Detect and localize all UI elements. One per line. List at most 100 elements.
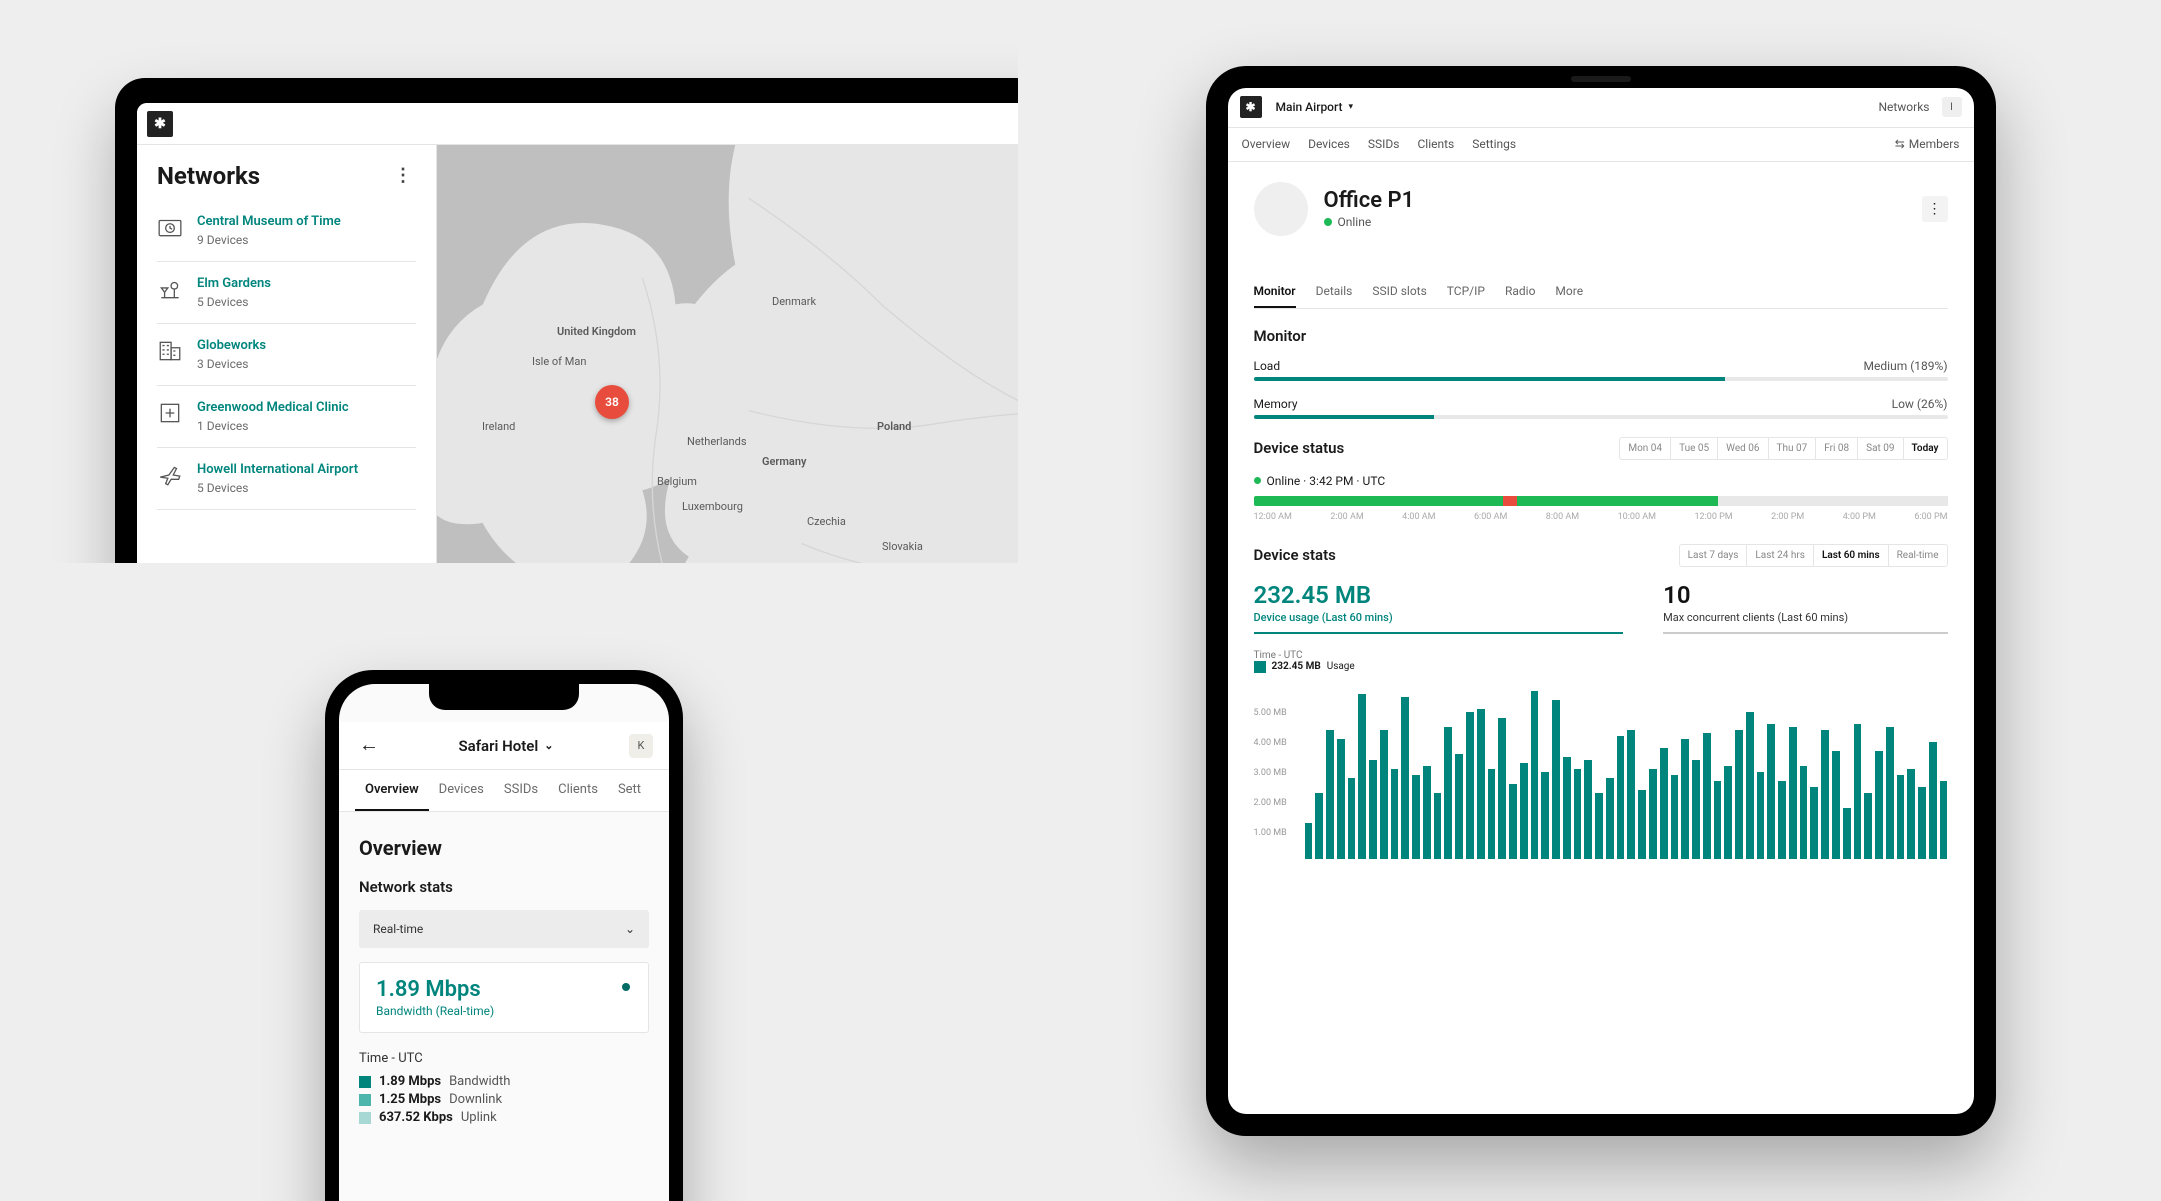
ipad-topbar: ✱ Main Airport ▾ Networks I: [1228, 88, 1974, 128]
more-menu-icon[interactable]: ⋮: [390, 161, 416, 190]
subtab-radio[interactable]: Radio: [1505, 276, 1535, 308]
map-label: Germany: [762, 455, 806, 468]
uptime-timeline[interactable]: [1254, 496, 1948, 506]
network-selector[interactable]: Safari Hotel ⌄: [383, 737, 629, 755]
usage-stat[interactable]: 232.45 MB Device usage (Last 60 mins): [1254, 581, 1624, 634]
bandwidth-card[interactable]: 1.89 Mbps Bandwidth (Real-time): [359, 962, 649, 1033]
day-chip[interactable]: Wed 06: [1717, 438, 1767, 459]
chart-bar: [1520, 763, 1528, 859]
app-logo-icon[interactable]: ✱: [147, 111, 173, 137]
status-dot-icon: [1254, 477, 1261, 484]
chart-bar: [1692, 760, 1700, 859]
chart-bar: [1584, 760, 1592, 859]
range-chip[interactable]: Last 24 hrs: [1746, 545, 1813, 566]
subtab-more[interactable]: More: [1555, 276, 1583, 308]
chart-bar: [1757, 772, 1765, 859]
ipad-nav: Overview Devices SSIDs Clients Settings ⇆ Me…: [1228, 128, 1974, 162]
chart-bar: [1434, 793, 1442, 859]
subtab-monitor[interactable]: Monitor: [1254, 276, 1296, 308]
day-chip[interactable]: Mon 04: [1620, 438, 1670, 459]
range-chip[interactable]: Last 7 days: [1680, 545, 1747, 566]
members-button[interactable]: ⇆ Members: [1895, 137, 1960, 151]
tab-overview[interactable]: Overview: [355, 770, 429, 811]
day-chip[interactable]: Fri 08: [1815, 438, 1857, 459]
day-chip[interactable]: Today: [1903, 438, 1947, 459]
map-label: Czechia: [807, 515, 846, 528]
chart-bar: [1531, 691, 1539, 859]
chart-bar: [1305, 823, 1313, 859]
chart-ytick: 1.00 MB: [1254, 828, 1287, 838]
device-status-heading: Device status: [1254, 439, 1345, 457]
nav-clients[interactable]: Clients: [1417, 137, 1454, 151]
network-list-item[interactable]: Elm Gardens 5 Devices: [157, 262, 416, 324]
device-more-menu[interactable]: ⋮: [1922, 196, 1948, 222]
load-value: Medium (189%): [1864, 359, 1948, 373]
day-chip[interactable]: Sat 09: [1857, 438, 1902, 459]
tab-sett[interactable]: Sett: [608, 770, 651, 811]
chart-bar: [1810, 787, 1818, 859]
chart-bar: [1488, 769, 1496, 859]
nav-overview[interactable]: Overview: [1242, 137, 1291, 151]
chart-ytick: 5.00 MB: [1254, 708, 1287, 718]
load-meter: [1254, 377, 1948, 381]
overview-heading: Overview: [359, 836, 649, 860]
networks-map[interactable]: 38 United Kingdom Isle of Man Ireland De…: [437, 145, 1018, 563]
network-device-count: 3 Devices: [197, 357, 416, 371]
map-label: Belgium: [657, 475, 697, 488]
subtab-tcp-ip[interactable]: TCP/IP: [1447, 276, 1485, 308]
network-device-count: 5 Devices: [197, 295, 416, 309]
nav-settings[interactable]: Settings: [1472, 137, 1516, 151]
clients-stat[interactable]: 10 Max concurrent clients (Last 60 mins): [1663, 581, 1947, 634]
day-range-chips: Mon 04Tue 05Wed 06Thu 07Fri 08Sat 09Toda…: [1619, 437, 1947, 460]
chart-bar: [1918, 787, 1926, 859]
chart-bar: [1778, 781, 1786, 859]
chart-bar: [1401, 697, 1409, 859]
app-logo-icon[interactable]: ✱: [1240, 96, 1262, 118]
chart-bar: [1843, 808, 1851, 859]
stats-range-select[interactable]: Real-time ⌄: [359, 910, 649, 948]
nav-ssids[interactable]: SSIDs: [1368, 137, 1400, 151]
time-label: Time - UTC: [359, 1051, 649, 1066]
day-chip[interactable]: Thu 07: [1768, 438, 1816, 459]
chart-bar: [1541, 772, 1549, 859]
network-list-item[interactable]: Central Museum of Time 9 Devices: [157, 200, 416, 262]
network-name: Greenwood Medical Clinic: [197, 400, 416, 415]
panel-phone: ← Safari Hotel ⌄ K OverviewDevicesSSIDsC…: [0, 585, 1018, 1201]
chart-bar: [1671, 775, 1679, 859]
panel-networks: ✱ Net Networks ⋮ Central Museum of Time …: [0, 0, 1018, 563]
network-device-count: 1 Devices: [197, 419, 416, 433]
memory-value: Low (26%): [1892, 397, 1948, 411]
subtab-details[interactable]: Details: [1316, 276, 1353, 308]
back-button[interactable]: ←: [355, 730, 383, 761]
network-list-item[interactable]: Globeworks 3 Devices: [157, 324, 416, 386]
network-list-item[interactable]: Greenwood Medical Clinic 1 Devices: [157, 386, 416, 448]
range-chip[interactable]: Last 60 mins: [1813, 545, 1888, 566]
chart-bar: [1767, 724, 1775, 859]
chart-bar: [1380, 730, 1388, 859]
user-avatar[interactable]: I: [1942, 97, 1962, 117]
load-label: Load: [1254, 359, 1281, 373]
subtab-ssid-slots[interactable]: SSID slots: [1372, 276, 1426, 308]
tab-devices[interactable]: Devices: [429, 770, 494, 811]
network-list-item[interactable]: Howell International Airport 5 Devices: [157, 448, 416, 510]
networks-link[interactable]: Networks: [1878, 100, 1929, 114]
chart-bar: [1412, 775, 1420, 859]
tab-clients[interactable]: Clients: [548, 770, 608, 811]
chart-ytick: 2.00 MB: [1254, 798, 1287, 808]
day-chip[interactable]: Tue 05: [1670, 438, 1717, 459]
range-chip[interactable]: Real-time: [1888, 545, 1947, 566]
usage-bar-chart: 5.00 MB4.00 MB3.00 MB2.00 MB1.00 MB: [1254, 679, 1948, 859]
tab-ssids[interactable]: SSIDs: [494, 770, 548, 811]
user-avatar[interactable]: K: [629, 734, 653, 758]
chart-bar: [1649, 769, 1657, 859]
map-cluster-pin[interactable]: 38: [595, 385, 629, 419]
chart-time-label: Time - UTC: [1254, 650, 1948, 661]
nav-devices[interactable]: Devices: [1308, 137, 1350, 151]
network-name: Howell International Airport: [197, 462, 416, 477]
chart-bar: [1907, 769, 1915, 859]
hospital-icon: [157, 400, 183, 426]
network-dropdown[interactable]: Main Airport ▾: [1276, 100, 1354, 114]
legend-swatch: [359, 1112, 371, 1124]
network-name: Globeworks: [197, 338, 416, 353]
legend-row: 1.89 Mbps Bandwidth: [359, 1074, 649, 1089]
